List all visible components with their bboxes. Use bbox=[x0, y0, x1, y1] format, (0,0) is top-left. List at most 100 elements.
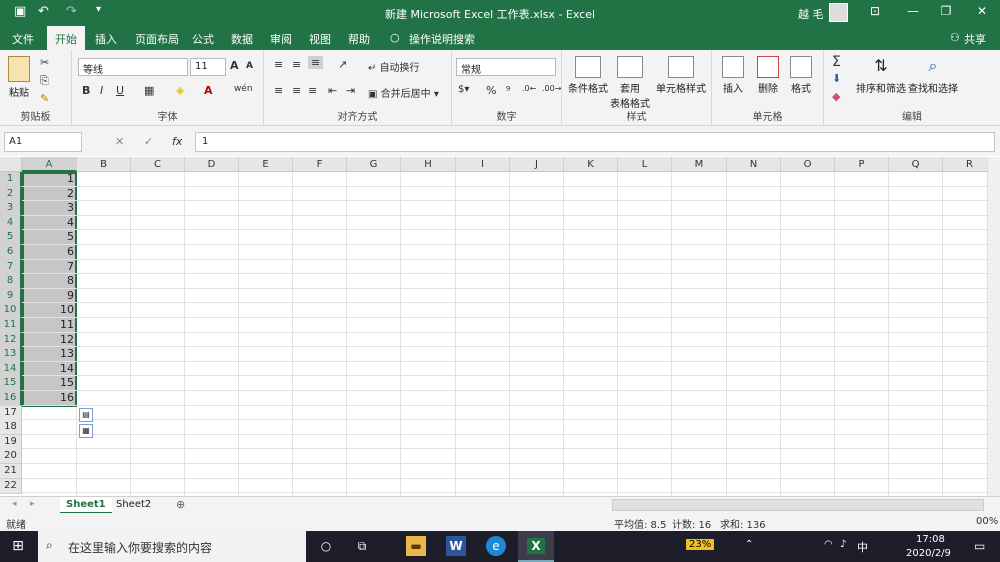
horizontal-scrollbar[interactable] bbox=[612, 499, 984, 511]
orientation-icon[interactable]: ↗ bbox=[338, 58, 347, 71]
prev-sheet-icon[interactable]: ◂ bbox=[12, 499, 17, 509]
row-header-14[interactable]: 14 bbox=[0, 361, 22, 377]
paste-button[interactable]: 粘贴 bbox=[8, 56, 30, 99]
column-header-q[interactable]: Q bbox=[889, 157, 943, 172]
autosum-button[interactable]: Σ bbox=[832, 54, 841, 70]
tab-review[interactable]: 审阅 bbox=[270, 31, 292, 47]
row-header-11[interactable]: 11 bbox=[0, 318, 22, 333]
italic-button[interactable]: I bbox=[100, 84, 103, 97]
align-left-icon[interactable]: ≡ bbox=[274, 84, 283, 97]
column-header-d[interactable]: D bbox=[185, 157, 239, 172]
bold-button[interactable]: B bbox=[82, 84, 90, 97]
accounting-format-icon[interactable]: $▾ bbox=[458, 84, 469, 95]
column-header-g[interactable]: G bbox=[347, 157, 401, 172]
comma-style-button[interactable]: ⁹ bbox=[506, 84, 510, 97]
cell-a13[interactable]: 13 bbox=[23, 347, 76, 361]
sheet-tab-sheet2[interactable]: Sheet2 bbox=[110, 497, 157, 514]
ribbon-display-options-icon[interactable]: ⊡ bbox=[860, 4, 890, 18]
cell-a15[interactable]: 15 bbox=[23, 376, 76, 390]
word-icon[interactable]: W bbox=[446, 536, 466, 556]
row-header-20[interactable]: 20 bbox=[0, 449, 22, 465]
cell-a8[interactable]: 8 bbox=[23, 274, 76, 288]
tab-insert[interactable]: 插入 bbox=[95, 31, 117, 47]
cell-a7[interactable]: 7 bbox=[23, 260, 76, 274]
insert-function-button[interactable]: fx bbox=[172, 135, 182, 148]
customize-toolbar-icon[interactable]: ▾ bbox=[96, 4, 101, 15]
taskbar-search[interactable]: ⌕ 在这里输入你要搜索的内容 bbox=[38, 531, 306, 562]
font-size-select[interactable]: 11 bbox=[190, 58, 226, 76]
increase-decimal-icon[interactable]: .0← bbox=[522, 84, 536, 93]
column-header-h[interactable]: H bbox=[401, 157, 456, 172]
decrease-indent-icon[interactable]: ⇤ bbox=[328, 84, 337, 97]
battery-indicator[interactable]: 23% bbox=[686, 539, 715, 550]
avatar[interactable] bbox=[829, 3, 848, 22]
row-header-9[interactable]: 9 bbox=[0, 288, 22, 304]
windows-start-icon[interactable]: ⊞ bbox=[8, 536, 28, 556]
underline-button[interactable]: U bbox=[116, 84, 124, 97]
row-header-3[interactable]: 3 bbox=[0, 201, 22, 217]
row-header-19[interactable]: 19 bbox=[0, 434, 22, 450]
number-format-select[interactable]: 常规 bbox=[456, 58, 556, 76]
enter-icon[interactable]: ✓ bbox=[144, 135, 153, 148]
cell-a2[interactable]: 2 bbox=[23, 187, 76, 201]
column-header-j[interactable]: J bbox=[510, 157, 564, 172]
column-header-c[interactable]: C bbox=[131, 157, 185, 172]
format-painter-icon[interactable]: ✎ bbox=[40, 92, 49, 105]
close-button[interactable]: ✕ bbox=[967, 4, 997, 18]
tab-page-layout[interactable]: 页面布局 bbox=[135, 31, 179, 47]
row-header-17[interactable]: 17 bbox=[0, 405, 22, 421]
tab-home[interactable]: 开始 bbox=[47, 26, 85, 50]
cancel-icon[interactable]: ✕ bbox=[115, 135, 124, 148]
autofill-options-icon[interactable]: ▤ bbox=[79, 407, 93, 422]
select-all-corner[interactable] bbox=[0, 157, 22, 172]
grow-font-button[interactable]: A bbox=[230, 59, 239, 72]
percent-button[interactable]: % bbox=[486, 84, 496, 97]
cell-a9[interactable]: 9 bbox=[23, 289, 76, 303]
format-as-table-button[interactable]: 套用 表格格式 bbox=[610, 56, 650, 110]
minimize-button[interactable]: — bbox=[898, 4, 928, 18]
cell-a14[interactable]: 14 bbox=[23, 362, 76, 376]
name-box[interactable]: A1 bbox=[4, 132, 82, 152]
column-header-i[interactable]: I bbox=[456, 157, 510, 172]
font-color-icon[interactable]: A bbox=[204, 84, 213, 97]
zoom-level[interactable]: 00% bbox=[976, 516, 998, 527]
row-header-15[interactable]: 15 bbox=[0, 376, 22, 392]
tab-help[interactable]: 帮助 bbox=[348, 31, 370, 47]
align-center-icon[interactable]: ≡ bbox=[292, 84, 301, 97]
phonetic-icon[interactable]: wén bbox=[234, 84, 253, 94]
ie-browser-icon[interactable]: e bbox=[486, 536, 506, 556]
task-view-icon[interactable]: ⧉ bbox=[352, 536, 372, 556]
align-middle-icon[interactable]: ≡ bbox=[292, 58, 301, 71]
undo-icon[interactable]: ↶ bbox=[38, 4, 49, 19]
column-header-n[interactable]: N bbox=[727, 157, 781, 172]
cell-a6[interactable]: 6 bbox=[23, 245, 76, 259]
row-header-1[interactable]: 1 bbox=[0, 172, 22, 187]
cell-a11[interactable]: 11 bbox=[23, 318, 76, 332]
cell-a10[interactable]: 10 bbox=[23, 303, 76, 317]
tell-me-search[interactable]: 操作说明搜索 bbox=[409, 31, 475, 47]
excel-taskbar-icon[interactable]: X bbox=[518, 531, 554, 562]
formula-input[interactable]: 1 bbox=[195, 132, 995, 152]
row-header-12[interactable]: 12 bbox=[0, 332, 22, 348]
column-header-a[interactable]: A bbox=[22, 157, 77, 172]
increase-indent-icon[interactable]: ⇥ bbox=[346, 84, 355, 97]
align-top-icon[interactable]: ≡ bbox=[274, 58, 283, 71]
conditional-formatting-button[interactable]: 条件格式 bbox=[568, 56, 608, 95]
next-sheet-icon[interactable]: ▸ bbox=[30, 499, 35, 509]
redo-icon[interactable]: ↷ bbox=[66, 4, 77, 19]
cell-a1[interactable]: 1 bbox=[23, 172, 76, 186]
column-header-l[interactable]: L bbox=[618, 157, 672, 172]
row-header-8[interactable]: 8 bbox=[0, 274, 22, 290]
find-select-button[interactable]: ⌕ 查找和选择 bbox=[908, 56, 958, 95]
add-sheet-button[interactable]: ⊕ bbox=[176, 498, 185, 511]
column-header-e[interactable]: E bbox=[239, 157, 293, 172]
cut-icon[interactable]: ✂ bbox=[40, 56, 49, 69]
quick-analysis-icon[interactable]: ▦ bbox=[79, 424, 93, 439]
delete-cells-button[interactable]: 删除 bbox=[757, 56, 779, 95]
shrink-font-button[interactable]: A bbox=[246, 61, 253, 71]
row-header-2[interactable]: 2 bbox=[0, 186, 22, 202]
cell-styles-button[interactable]: 单元格样式 bbox=[656, 56, 706, 95]
merge-center-button[interactable]: ▣ 合并后居中 ▾ bbox=[368, 85, 439, 100]
cortana-icon[interactable]: ○ bbox=[316, 536, 336, 556]
restore-button[interactable]: ❐ bbox=[931, 4, 961, 18]
